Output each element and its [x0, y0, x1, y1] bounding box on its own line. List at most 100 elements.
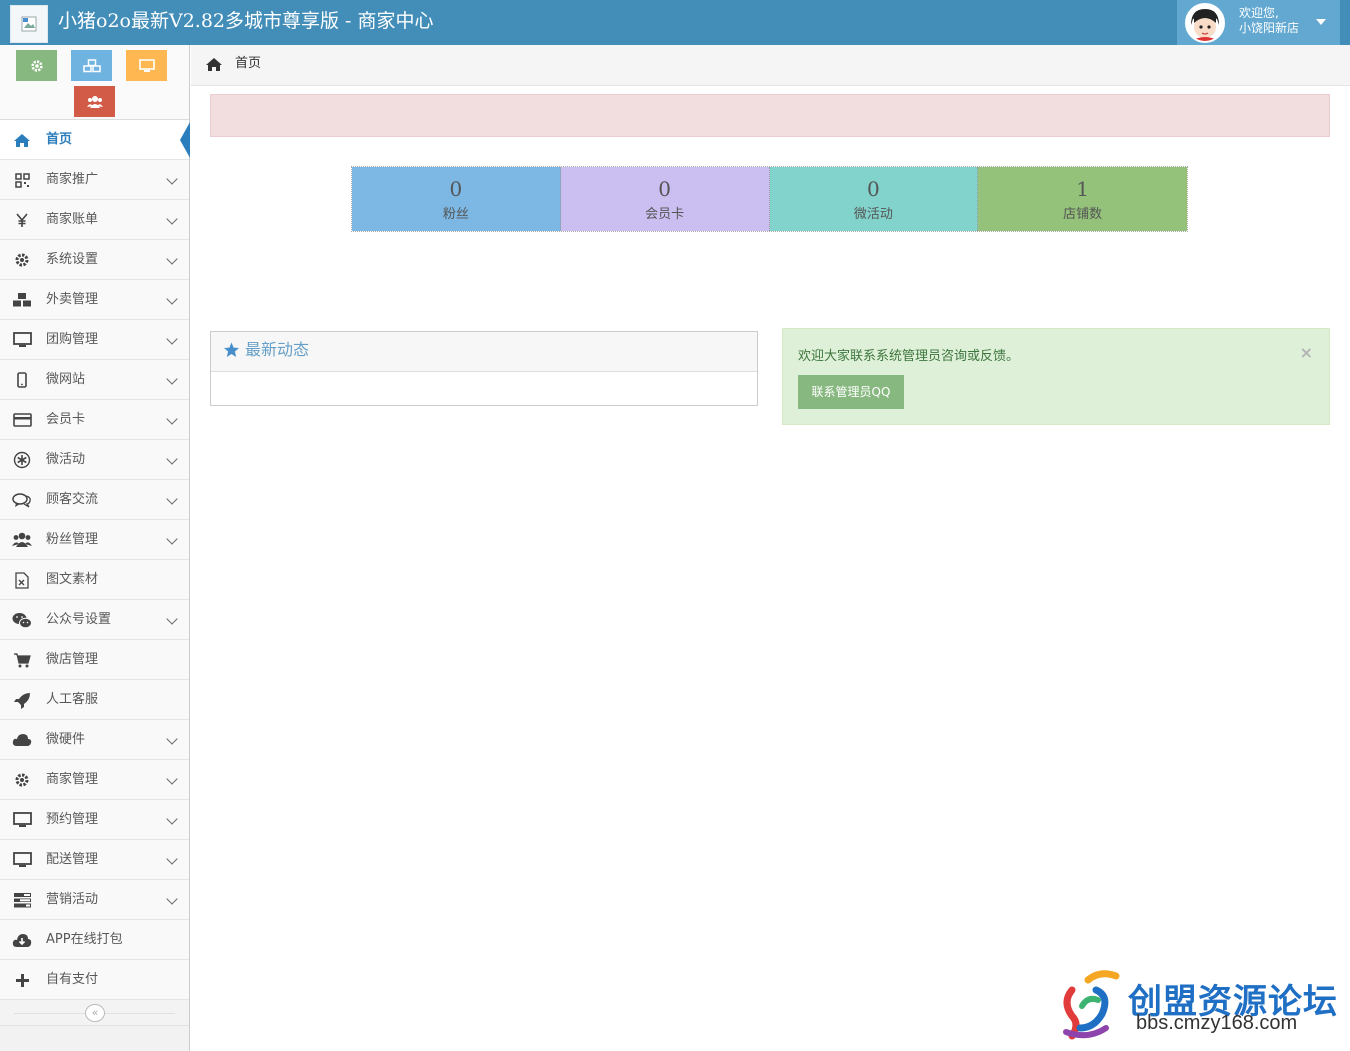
stat-box[interactable]: 0 微活动	[769, 167, 979, 231]
sidebar-shortcuts	[0, 45, 189, 120]
sidebar-item-label: 微硬件	[46, 732, 86, 747]
sidebar-item-label: 团购管理	[46, 332, 99, 347]
sidebar-item-label: 粉丝管理	[46, 532, 99, 547]
error-alert	[210, 94, 1330, 137]
chevron-down-icon[interactable]	[166, 413, 178, 425]
user-greeting: 欢迎您,	[1239, 6, 1279, 20]
sidebar-item-label: 公众号设置	[46, 612, 112, 627]
sidebar-item-label: 商家管理	[46, 772, 99, 787]
sidebar-item[interactable]: 微网站	[0, 360, 189, 400]
sidebar-item[interactable]: 微店管理	[0, 640, 189, 680]
sidebar-item-label: 预约管理	[46, 812, 99, 827]
sidebar-item-label: 微网站	[46, 372, 86, 387]
credit-card-icon	[12, 411, 32, 429]
stat-box[interactable]: 1 店铺数	[978, 167, 1187, 231]
sidebar-item[interactable]: 系统设置	[0, 240, 189, 280]
sidebar-item[interactable]: 商家管理	[0, 760, 189, 800]
sidebar-item[interactable]: APP在线打包	[0, 920, 189, 960]
chevron-down-icon[interactable]	[166, 453, 178, 465]
shortcut-settings-button[interactable]	[16, 50, 57, 81]
breadcrumb-home-link[interactable]: 首页	[235, 45, 261, 83]
top-navbar: 小猪o2o最新V2.82多城市尊享版 - 商家中心 欢迎您, 小饶阳新店	[0, 0, 1350, 45]
stat-label: 粉丝	[442, 207, 469, 222]
plus-icon	[12, 971, 32, 989]
stat-box[interactable]: 0 会员卡	[560, 167, 770, 231]
gear-icon	[12, 771, 32, 789]
user-menu[interactable]: 欢迎您, 小饶阳新店	[1177, 0, 1340, 45]
sidebar-nav: 首页商家推广商家账单 系统设置 外卖管理团购管理微网站会员卡微活动顾客交流粉丝管理图…	[0, 120, 190, 1000]
chevron-down-icon[interactable]	[166, 173, 178, 185]
sidebar-item[interactable]: 商家推广	[0, 160, 189, 200]
sidebar-item[interactable]: 公众号设置	[0, 600, 189, 640]
tasks-icon	[12, 891, 32, 909]
yen-icon	[12, 211, 32, 229]
sidebar-item[interactable]: 微硬件	[0, 720, 189, 760]
sidebar-item[interactable]: 会员卡	[0, 400, 189, 440]
sidebar-item[interactable]: 外卖管理	[0, 280, 189, 320]
sidebar-item[interactable]: 粉丝管理	[0, 520, 189, 560]
stat-label: 会员卡	[645, 207, 685, 222]
sidebar-item[interactable]: 营销活动	[0, 880, 189, 920]
breadcrumb: 首页	[191, 45, 1350, 86]
user-avatar-icon	[1187, 5, 1223, 41]
sidebar-item-label: 微店管理	[46, 652, 99, 667]
chevron-down-icon[interactable]	[166, 493, 178, 505]
chevron-down-icon[interactable]	[166, 853, 178, 865]
chevron-down-icon[interactable]	[166, 253, 178, 265]
sidebar-item-label: 顾客交流	[46, 492, 99, 507]
sidebar-item[interactable]: 人工客服	[0, 680, 189, 720]
sidebar-item[interactable]: 团购管理	[0, 320, 189, 360]
chevron-down-icon[interactable]	[166, 373, 178, 385]
stat-label: 店铺数	[1063, 207, 1103, 222]
chevron-down-icon[interactable]	[166, 613, 178, 625]
close-icon[interactable]: ×	[1300, 343, 1313, 362]
notice-alert: 欢迎大家联系系统管理员咨询或反馈。 × 联系管理员QQ	[782, 328, 1330, 425]
sidebar-item-label: 商家推广	[46, 172, 99, 187]
desktop-icon	[12, 811, 32, 829]
app-title: 小猪o2o最新V2.82多城市尊享版 - 商家中心	[58, 10, 434, 32]
sidebar-item[interactable]: 配送管理	[0, 840, 189, 880]
shortcut-fans-button[interactable]	[74, 86, 115, 117]
desktop-icon	[12, 851, 32, 869]
shortcut-takeout-button[interactable]	[71, 50, 112, 81]
chevron-down-icon[interactable]	[166, 293, 178, 305]
sidebar-item-label: 图文素材	[46, 572, 99, 587]
contact-admin-qq-button[interactable]: 联系管理员QQ	[798, 375, 904, 409]
star-icon	[223, 342, 240, 362]
sidebar-item[interactable]: 商家账单	[0, 200, 189, 240]
chevron-down-icon[interactable]	[166, 893, 178, 905]
chevron-down-icon[interactable]	[166, 533, 178, 545]
comments-icon	[12, 491, 32, 509]
cart-icon	[12, 651, 32, 669]
sidebar-item[interactable]: 自有支付	[0, 960, 189, 1000]
sidebar-item[interactable]: 首页	[0, 120, 190, 160]
stats-panel: 0 粉丝 0 会员卡 0 微活动 1 店铺数	[351, 166, 1188, 232]
sidebar-item[interactable]: 图文素材	[0, 560, 189, 600]
home-icon[interactable]	[205, 57, 223, 76]
stat-box[interactable]: 0 粉丝	[352, 167, 561, 231]
sidebar-item[interactable]: 顾客交流	[0, 480, 189, 520]
widget-header: 最新动态	[211, 332, 757, 372]
sidebar-item-label: 微活动	[46, 452, 86, 467]
sidebar-item[interactable]: 微活动	[0, 440, 189, 480]
stat-value: 0	[867, 177, 880, 201]
chevron-down-icon[interactable]	[166, 733, 178, 745]
cubes-icon	[82, 58, 101, 72]
collapse-sidebar-button[interactable]: «	[85, 1004, 105, 1022]
sidebar-item[interactable]: 预约管理	[0, 800, 189, 840]
chevron-down-icon[interactable]	[166, 333, 178, 345]
forum-logo-icon	[1063, 970, 1120, 1040]
shortcut-group-buy-button[interactable]	[126, 50, 167, 81]
chevron-down-icon[interactable]	[166, 813, 178, 825]
home-icon	[12, 131, 32, 149]
wechat-icon	[12, 611, 32, 629]
users-icon	[12, 531, 32, 549]
sidebar-item-label: 会员卡	[46, 412, 86, 427]
sidebar-collapse-bar: «	[0, 1000, 189, 1026]
chevron-down-icon[interactable]	[166, 213, 178, 225]
mobile-icon	[12, 371, 32, 389]
caret-down-icon[interactable]	[1316, 19, 1326, 25]
logo[interactable]	[10, 5, 48, 43]
chevron-down-icon[interactable]	[166, 773, 178, 785]
sidebar-item-label: 配送管理	[46, 852, 99, 867]
